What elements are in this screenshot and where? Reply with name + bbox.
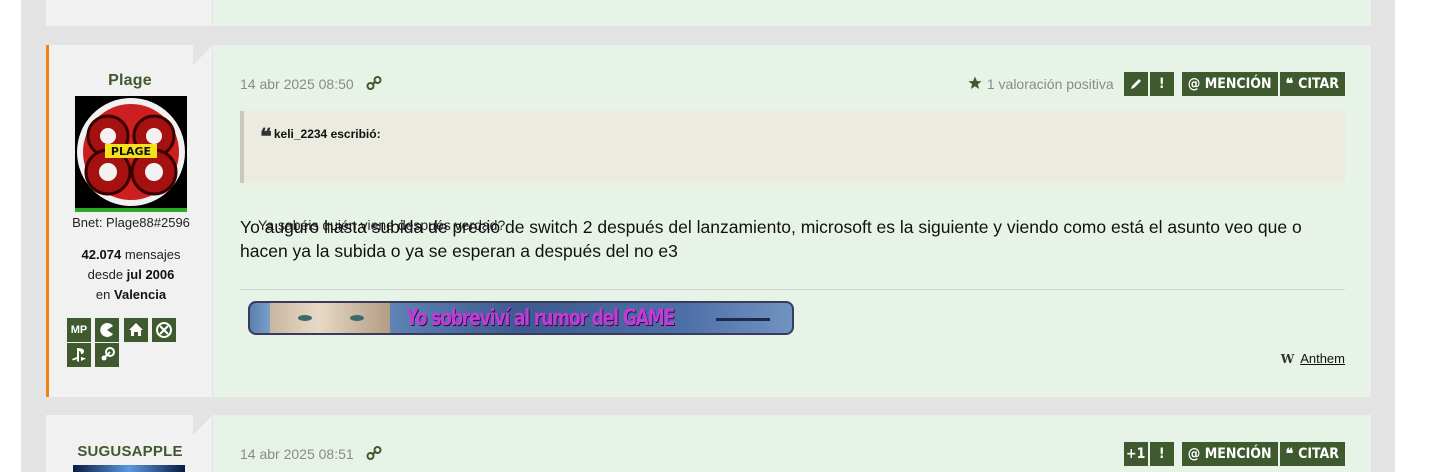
quote-mark-icon: ❝ xyxy=(260,124,272,150)
quote-button[interactable]: ❝ CITAR xyxy=(1279,442,1345,466)
message-count: 42.074 xyxy=(81,247,122,262)
quote-button-label: CITAR xyxy=(1298,76,1339,92)
private-message-icon[interactable]: MP xyxy=(67,318,91,342)
post-meta: 14 abr 2025 08:50 xyxy=(240,75,382,94)
since-label: desde xyxy=(87,267,124,282)
steam-icon[interactable] xyxy=(95,343,120,367)
post-meta: 14 abr 2025 08:51 xyxy=(240,445,382,464)
banner-text: Yo sobreviví al rumor del GAME xyxy=(406,306,675,331)
rating-text: 1 valoración positiva xyxy=(986,76,1114,92)
mention-button[interactable]: @ MENCIÓN xyxy=(1181,72,1278,96)
post-timestamp[interactable]: 14 abr 2025 08:51 xyxy=(240,446,354,462)
banner-decoration xyxy=(716,318,770,321)
post-sidebar xyxy=(46,0,213,26)
avatar[interactable] xyxy=(73,465,185,472)
report-button[interactable]: ! xyxy=(1149,442,1174,466)
avatar-image: PLAGE xyxy=(77,98,185,206)
permalink-icon[interactable] xyxy=(366,75,382,94)
signature-banner: Yo sobreviví al rumor del GAME xyxy=(248,301,794,335)
messages-label: mensajes xyxy=(124,247,181,262)
location-label: en xyxy=(95,287,111,302)
quote-button-label: CITAR xyxy=(1298,446,1339,462)
quote-author: ❝ keli_2234 escribió: xyxy=(260,124,381,150)
quote-button[interactable]: ❝ CITAR xyxy=(1279,72,1345,96)
quote-icon: ❝ xyxy=(1285,76,1294,92)
forum-post-next: SUGUSAPPLE 14 abr 2025 08:51 +1 ! @ MENC… xyxy=(46,415,1371,472)
signature-link-anthem[interactable]: Anthem xyxy=(1300,351,1345,366)
wiki-icon: W xyxy=(1280,351,1295,366)
post-body: Yo auguro hasta subida de precio de swit… xyxy=(240,217,1302,261)
plus-one-button[interactable]: +1 xyxy=(1123,442,1148,466)
star-icon xyxy=(968,76,982,93)
post-username[interactable]: Plage xyxy=(46,72,214,90)
pencil-icon xyxy=(1130,79,1141,89)
sidebar-notch xyxy=(193,45,213,65)
mention-button[interactable]: @ MENCIÓN xyxy=(1181,442,1278,466)
signature-divider xyxy=(240,289,1345,290)
forum-post: Plage PLAGE Bnet: Plage88#2596 42.074 me… xyxy=(46,45,1371,397)
banner-face-image xyxy=(270,303,390,333)
report-button[interactable]: ! xyxy=(1149,72,1174,96)
home-icon[interactable] xyxy=(123,318,148,342)
post-actions: 1 valoración positiva ! @ MENCIÓN ❝ CITA… xyxy=(968,72,1345,96)
permalink-icon[interactable] xyxy=(366,445,382,464)
xbox-icon[interactable] xyxy=(152,318,177,342)
previous-post xyxy=(46,0,1371,26)
sidebar-notch xyxy=(193,415,213,435)
profile-icons: MP xyxy=(67,318,179,368)
location: Valencia xyxy=(114,287,167,302)
post-username[interactable]: SUGUSAPPLE xyxy=(46,443,214,460)
positive-rating[interactable]: 1 valoración positiva xyxy=(968,76,1114,93)
post-actions: +1 ! @ MENCIÓN ❝ CITAR xyxy=(1122,442,1345,466)
playstation-icon[interactable] xyxy=(67,343,91,367)
join-date: jul 2006 xyxy=(126,267,175,282)
battlenet-tag: Bnet: Plage88#2596 xyxy=(72,215,190,230)
quoted-message: ❝ keli_2234 escribió: Ya sabéis quién vie… xyxy=(240,111,1345,233)
signature-links: W Anthem xyxy=(1281,351,1345,366)
avatar-label: PLAGE xyxy=(111,145,151,158)
pacman-icon[interactable] xyxy=(95,318,120,342)
quote-icon: ❝ xyxy=(1285,446,1294,462)
post-timestamp[interactable]: 14 abr 2025 08:50 xyxy=(240,76,354,92)
edit-button[interactable] xyxy=(1123,72,1148,96)
user-stats: 42.074 mensajes desde jul 2006 en Valenc… xyxy=(46,245,216,305)
avatar-online-bar xyxy=(75,208,187,212)
avatar[interactable]: PLAGE xyxy=(75,96,187,212)
